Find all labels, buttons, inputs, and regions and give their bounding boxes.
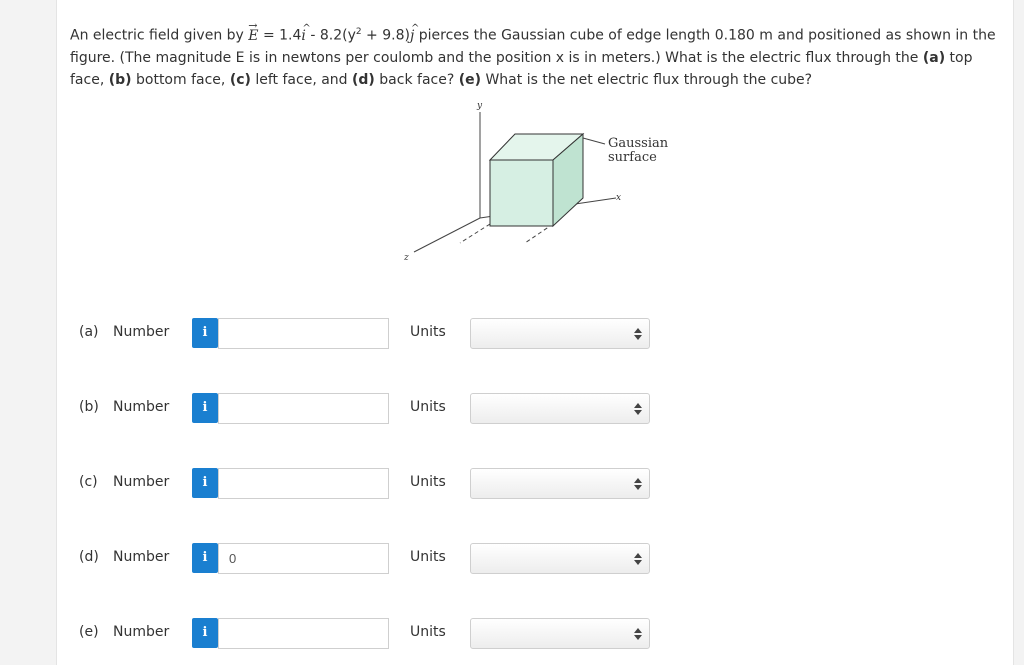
select-arrows-icon [634,553,642,565]
gaussian-pointer-line [582,137,606,145]
part-label: (d) [79,549,99,565]
info-icon[interactable]: i [192,318,218,348]
select-arrows-icon [634,403,642,415]
vector-arrow-icon: → [248,18,258,32]
select-arrows-icon [634,478,642,490]
j-hat-symbol: ^ j [409,22,420,44]
part-label: (b) [79,399,99,415]
units-select[interactable] [470,393,650,424]
answer-row-a: (a) Number i Units [0,316,1024,350]
number-input[interactable] [218,393,389,424]
units-label: Units [410,474,446,490]
units-select[interactable] [470,468,650,499]
number-label: Number [113,399,170,415]
y-axis-label: y [476,101,483,111]
question-text: An electric field given by → E = 1.4 ^ i - … [70,19,1005,91]
gaussian-surface-label: surface [608,150,657,165]
answer-row-d: (d) Number i 0 Units [0,541,1024,575]
part-label: (c) [79,474,98,490]
part-label: (a) [79,324,99,340]
cube-front-face [489,159,554,227]
number-input[interactable]: 0 [218,543,389,574]
units-label: Units [410,324,446,340]
select-arrows-icon [634,328,642,340]
info-icon[interactable]: i [192,468,218,498]
units-label: Units [410,624,446,640]
units-label: Units [410,549,446,565]
number-label: Number [113,624,170,640]
gaussian-surface-label: Gaussian [608,136,669,151]
number-label: Number [113,324,170,340]
z-axis-line [413,217,481,253]
i-hat-symbol: ^ i [301,22,311,44]
info-icon[interactable]: i [192,543,218,573]
select-arrows-icon [634,628,642,640]
x-axis-label: x [616,193,621,203]
number-input[interactable] [218,468,389,499]
number-label: Number [113,474,170,490]
info-icon[interactable]: i [192,393,218,423]
number-input[interactable] [218,618,389,649]
units-select[interactable] [470,318,650,349]
gaussian-cube-figure: y z x Gaussian surface [403,101,669,263]
info-icon[interactable]: i [192,618,218,648]
dashed-projection [524,223,554,244]
dashed-projection [459,223,491,244]
answer-row-e: (e) Number i Units [0,616,1024,650]
answer-row-b: (b) Number i Units [0,391,1024,425]
part-label: (e) [79,624,99,640]
answer-row-c: (c) Number i Units [0,466,1024,500]
units-select[interactable] [470,543,650,574]
number-label: Number [113,549,170,565]
z-axis-label: z [403,253,409,263]
vector-e-symbol: → E [248,19,258,44]
units-label: Units [410,399,446,415]
number-input[interactable] [218,318,389,349]
units-select[interactable] [470,618,650,649]
